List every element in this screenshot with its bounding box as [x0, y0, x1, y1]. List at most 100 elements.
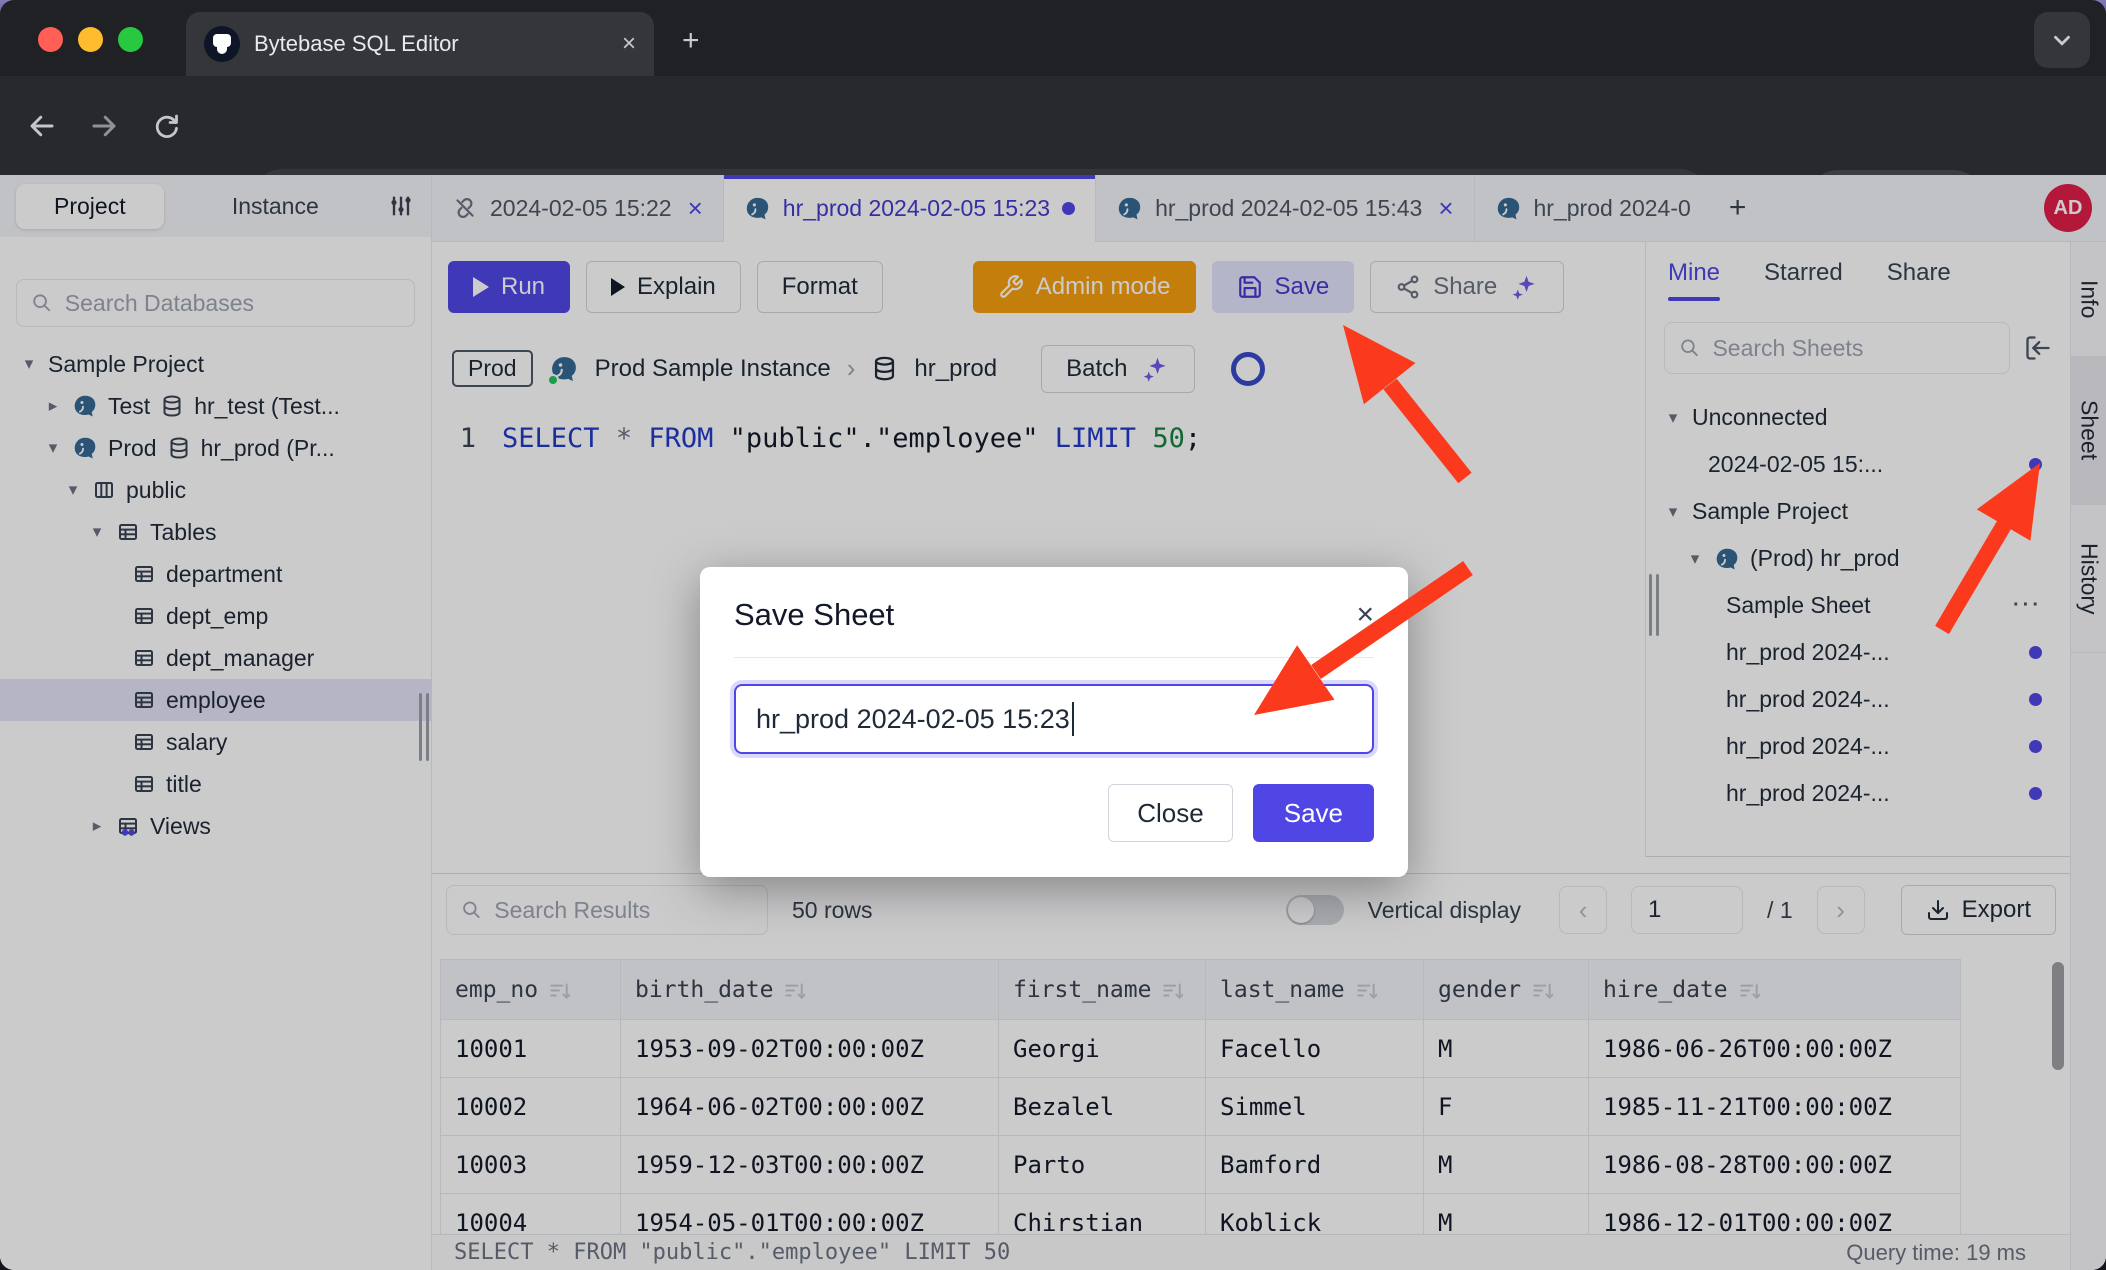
sort-icon[interactable] — [1531, 979, 1553, 1001]
results-table-container[interactable]: emp_no birth_date first_name — [432, 959, 2070, 1235]
back-icon[interactable] — [22, 106, 62, 146]
tree-item-test-db[interactable]: ▸ Test hr_test (Test... — [0, 385, 431, 427]
browser-tab[interactable]: Bytebase SQL Editor × — [186, 12, 654, 76]
collapse-panel-icon[interactable] — [2024, 334, 2052, 362]
tab-instance[interactable]: Instance — [190, 193, 361, 220]
close-tab-icon[interactable]: × — [688, 193, 703, 224]
tab-project[interactable]: Project — [16, 184, 164, 229]
chevron-right-icon[interactable]: ▸ — [88, 816, 106, 836]
tree-item-schema-public[interactable]: ▾ public — [0, 469, 431, 511]
tree-item-table-employee[interactable]: employee — [0, 679, 431, 721]
chevron-down-icon[interactable]: ▾ — [44, 438, 62, 458]
tab-share[interactable]: Share — [1887, 259, 1951, 287]
chevron-down-icon[interactable]: ▾ — [64, 480, 82, 500]
tab-history[interactable]: History — [2071, 505, 2106, 653]
chevron-right-icon[interactable]: ▸ — [44, 396, 62, 416]
tab-close-icon[interactable]: × — [622, 30, 636, 58]
dialog-save-button[interactable]: Save — [1253, 784, 1374, 842]
sheet-tab-2[interactable]: hr_prod 2024-02-05 15:43 × — [1096, 175, 1474, 241]
sheet-group-database[interactable]: ▾ (Prod) hr_prod — [1646, 535, 2070, 582]
sheet-item[interactable]: Sample Sheet ··· — [1646, 582, 2070, 629]
close-tab-icon[interactable]: × — [1438, 193, 1453, 224]
new-tab-button[interactable]: + — [682, 24, 700, 58]
sheet-item[interactable]: hr_prod 2024-... — [1646, 770, 2070, 817]
chevron-down-icon[interactable]: ▾ — [1664, 408, 1682, 428]
window-controls[interactable] — [38, 27, 143, 52]
column-header[interactable]: emp_no — [441, 960, 621, 1020]
tab-sheet[interactable]: Sheet — [2071, 357, 2106, 505]
tree-item-prod-db[interactable]: ▾ Prod hr_prod (Pr... — [0, 427, 431, 469]
tree-item-table-dept-emp[interactable]: dept_emp — [0, 595, 431, 637]
tree-item-table-title[interactable]: title — [0, 763, 431, 805]
chevron-down-icon[interactable]: ▾ — [20, 354, 38, 374]
sheet-item[interactable]: hr_prod 2024-... — [1646, 629, 2070, 676]
chevron-down-icon[interactable]: ▾ — [88, 522, 106, 542]
reload-icon[interactable] — [146, 106, 186, 146]
column-header[interactable]: hire_date — [1589, 960, 1961, 1020]
tree-item-tables[interactable]: ▾ Tables — [0, 511, 431, 553]
prev-page-button[interactable]: ‹ — [1559, 886, 1607, 934]
sort-icon[interactable] — [783, 979, 805, 1001]
add-sheet-tab-button[interactable]: + — [1711, 175, 1765, 241]
chevron-down-icon[interactable]: ▾ — [1686, 549, 1704, 569]
tab-search-button[interactable] — [2034, 12, 2090, 68]
minimize-window-button[interactable] — [78, 27, 103, 52]
sheet-tab-0[interactable]: 2024-02-05 15:22 × — [432, 175, 724, 241]
database-search-input[interactable] — [65, 290, 400, 317]
table-row[interactable]: 10003 1959-12-03T00:00:00Z Parto Bamford… — [441, 1136, 1961, 1194]
format-button[interactable]: Format — [757, 261, 883, 313]
sheet-search-input[interactable] — [1712, 335, 1995, 362]
sheet-name-input[interactable]: hr_prod 2024-02-05 15:23 — [734, 684, 1374, 754]
maximize-window-button[interactable] — [118, 27, 143, 52]
sidebar-resize-handle[interactable] — [419, 693, 429, 761]
save-button[interactable]: Save — [1212, 261, 1355, 313]
tree-item-table-department[interactable]: department — [0, 553, 431, 595]
tree-item-table-salary[interactable]: salary — [0, 721, 431, 763]
sheet-tab-3[interactable]: hr_prod 2024-0 — [1475, 175, 1711, 241]
export-button[interactable]: Export — [1901, 885, 2056, 935]
column-header[interactable]: birth_date — [621, 960, 999, 1020]
tree-item-project[interactable]: ▾ Sample Project — [0, 343, 431, 385]
admin-mode-button[interactable]: Admin mode — [973, 261, 1196, 313]
table-row[interactable]: 10004 1954-05-01T00:00:00Z Chirstian Kob… — [441, 1194, 1961, 1236]
sheet-search[interactable] — [1664, 322, 2010, 374]
vertical-display-toggle[interactable] — [1286, 895, 1344, 925]
sort-icon[interactable] — [548, 979, 570, 1001]
next-page-button[interactable]: › — [1817, 886, 1865, 934]
table-row[interactable]: 10001 1953-09-02T00:00:00Z Georgi Facell… — [441, 1020, 1961, 1078]
tab-starred[interactable]: Starred — [1764, 259, 1843, 287]
sheet-item[interactable]: hr_prod 2024-... — [1646, 723, 2070, 770]
sheet-group-unconnected[interactable]: ▾ Unconnected — [1646, 394, 2070, 441]
share-button[interactable]: Share — [1370, 261, 1564, 313]
sort-icon[interactable] — [1355, 979, 1377, 1001]
column-header[interactable]: gender — [1424, 960, 1589, 1020]
filter-settings-icon[interactable] — [387, 192, 415, 220]
run-button[interactable]: Run — [448, 261, 570, 313]
results-search-input[interactable] — [494, 897, 753, 924]
sheet-group-project[interactable]: ▾ Sample Project — [1646, 488, 2070, 535]
instance-name[interactable]: Prod Sample Instance — [595, 355, 831, 383]
sheet-item[interactable]: hr_prod 2024-... — [1646, 676, 2070, 723]
column-header[interactable]: last_name — [1206, 960, 1424, 1020]
forward-icon[interactable] — [84, 106, 124, 146]
tab-mine[interactable]: Mine — [1668, 259, 1720, 287]
table-row[interactable]: 10002 1964-06-02T00:00:00Z Bezalel Simme… — [441, 1078, 1961, 1136]
close-button[interactable]: Close — [1108, 784, 1232, 842]
sheet-item[interactable]: 2024-02-05 15:... — [1646, 441, 2070, 488]
tree-item-views[interactable]: ▸ Views — [0, 805, 431, 847]
more-menu-icon[interactable]: ··· — [2013, 594, 2042, 617]
sheet-tab-1-active[interactable]: hr_prod 2024-02-05 15:23 — [724, 175, 1096, 242]
tab-info[interactable]: Info — [2071, 242, 2106, 357]
close-icon[interactable]: × — [1356, 598, 1374, 632]
explain-button[interactable]: Explain — [586, 261, 741, 313]
table-scrollbar[interactable] — [2052, 962, 2064, 1070]
database-name[interactable]: hr_prod — [914, 355, 997, 383]
sort-icon[interactable] — [1738, 979, 1760, 1001]
database-search[interactable] — [16, 279, 415, 327]
tree-item-table-dept-manager[interactable]: dept_manager — [0, 637, 431, 679]
sort-icon[interactable] — [1161, 979, 1183, 1001]
close-window-button[interactable] — [38, 27, 63, 52]
results-search[interactable] — [446, 885, 768, 935]
column-header[interactable]: first_name — [999, 960, 1206, 1020]
page-input[interactable] — [1631, 886, 1743, 934]
